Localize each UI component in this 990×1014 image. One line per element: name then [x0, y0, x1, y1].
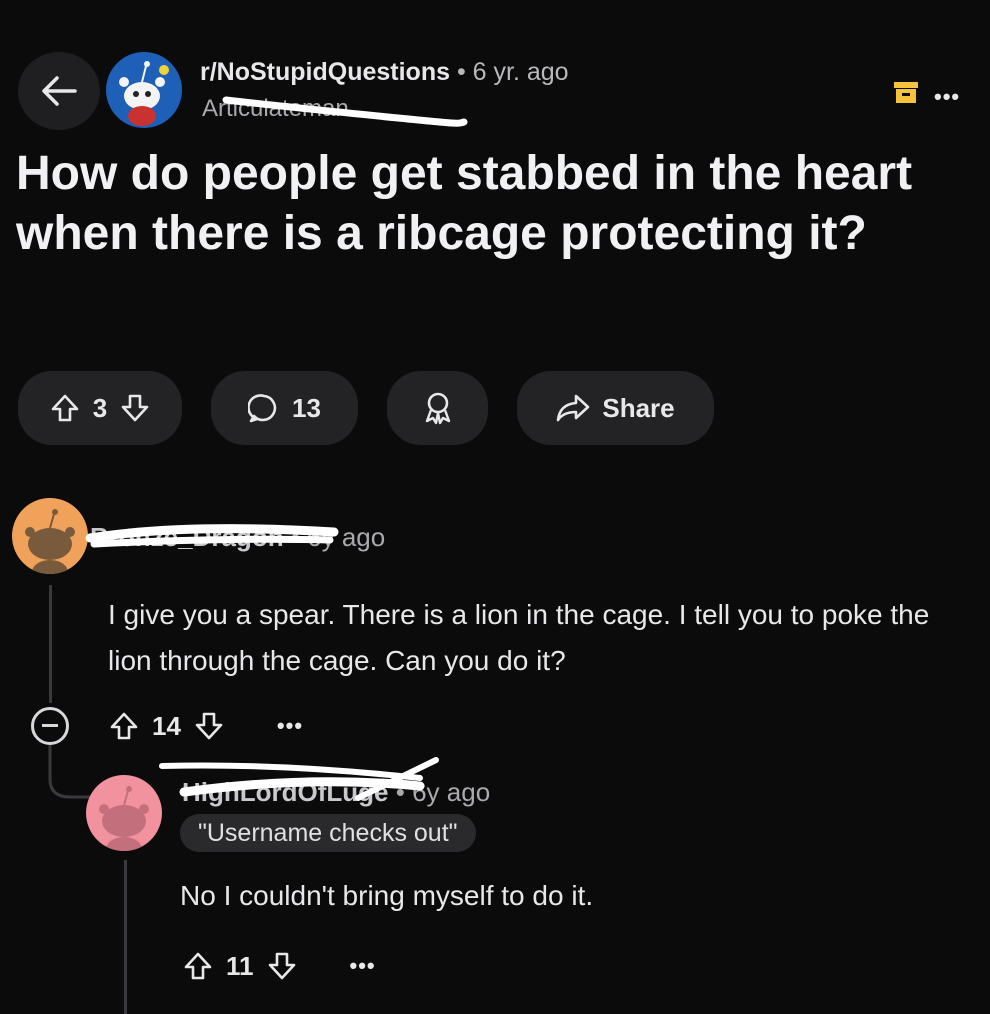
commenter-avatar[interactable] — [12, 498, 88, 574]
comment-meta: Bronze_Dragon • 6y ago — [90, 522, 385, 553]
comment-vote-bar: 11 ••• — [182, 950, 376, 982]
comment-score: 11 — [226, 950, 254, 981]
snoo-avatar-icon — [99, 786, 149, 851]
collapse-icon — [42, 724, 58, 727]
comment-score: 14 — [152, 710, 181, 741]
downvote-icon[interactable] — [119, 392, 151, 424]
comment-body: No I couldn't bring myself to do it. — [180, 880, 594, 911]
archive-icon[interactable] — [892, 78, 920, 106]
comment-age: 6y ago — [412, 777, 491, 807]
upvote-icon[interactable] — [49, 392, 81, 424]
award-button[interactable] — [387, 371, 488, 445]
post-age: 6 yr. ago — [472, 58, 569, 86]
comment-author[interactable]: HighLordOfLuge — [182, 777, 389, 807]
share-button[interactable]: Share — [517, 371, 714, 445]
back-button[interactable] — [18, 52, 100, 130]
downvote-icon[interactable] — [193, 710, 225, 742]
comment-vote-bar: 14 ••• — [108, 710, 303, 742]
post-meta: r/NoStupidQuestions • 6 yr. ago — [200, 58, 569, 87]
collapse-thread-button[interactable] — [31, 707, 69, 745]
thread-line — [49, 585, 52, 703]
meta-separator: • — [456, 58, 466, 86]
snoo-avatar-icon — [119, 61, 169, 126]
comment-body: I give you a spear. There is a lion in t… — [108, 599, 930, 676]
share-icon — [557, 394, 590, 422]
subreddit-avatar[interactable] — [106, 52, 182, 128]
meta-separator: • — [290, 522, 300, 552]
user-flair: "Username checks out" — [180, 814, 476, 852]
comment-more-button[interactable]: ••• — [350, 953, 376, 979]
award-icon — [425, 392, 450, 425]
comment-meta: HighLordOfLuge • 6y ago — [182, 777, 490, 808]
downvote-icon[interactable] — [266, 950, 298, 982]
more-options-button[interactable]: ••• — [934, 84, 960, 110]
post-title: How do people get stabbed in the heart w… — [16, 147, 913, 260]
comment-more-button[interactable]: ••• — [277, 713, 303, 739]
share-label: Share — [602, 392, 675, 423]
upvote-icon[interactable] — [108, 710, 140, 742]
comments-button[interactable]: 13 — [211, 371, 358, 445]
comment-icon — [248, 394, 277, 423]
post-score: 3 — [92, 392, 108, 423]
comment-count: 13 — [292, 392, 321, 423]
upvote-icon[interactable] — [182, 950, 214, 982]
comment-author[interactable]: Bronze_Dragon — [90, 522, 284, 552]
subreddit-name[interactable]: r/NoStupidQuestions — [200, 58, 450, 86]
snoo-avatar-icon — [25, 509, 75, 574]
commenter-avatar[interactable] — [86, 775, 162, 851]
post-vote-bar: 3 — [18, 371, 182, 445]
comment-age: 6y ago — [307, 522, 386, 552]
meta-separator: • — [395, 777, 405, 807]
thread-line — [124, 860, 127, 1014]
post-author[interactable]: Articulateman — [202, 95, 349, 123]
back-arrow-icon — [42, 76, 77, 106]
